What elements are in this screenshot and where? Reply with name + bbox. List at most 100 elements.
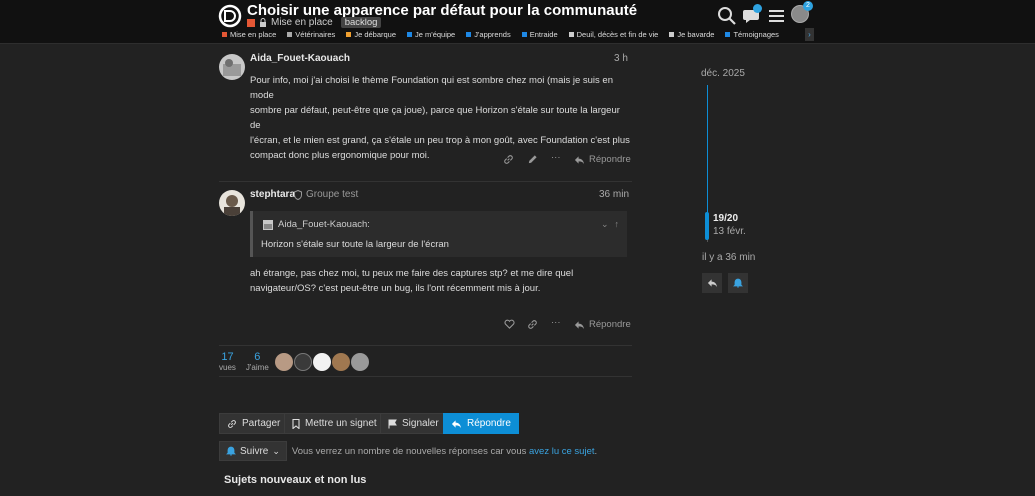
reply-label: Répondre <box>589 319 631 330</box>
like-icon[interactable] <box>504 319 515 329</box>
hamburger-menu-icon[interactable] <box>767 6 787 26</box>
category-color-icon <box>725 32 731 37</box>
post-time[interactable]: 3 h <box>614 53 628 64</box>
category-nav: Mise en place Vétérinaires Je débarque Je m… <box>222 30 779 39</box>
quote-author: Aida_Fouet-Kaouach: <box>278 219 370 230</box>
category-nav-label: Mise en place <box>230 30 277 39</box>
category-color-icon <box>222 32 227 37</box>
link-icon[interactable] <box>503 154 514 165</box>
topic-stats: 17 vues 6 J'aime <box>219 351 269 372</box>
quote-text: Horizon s'étale sur toute la largeur de … <box>261 239 449 250</box>
category-nav-item[interactable]: Entraide <box>521 30 558 39</box>
category-color-icon <box>287 32 293 37</box>
likes-stat[interactable]: 6 J'aime <box>246 351 269 372</box>
chat-unread-badge <box>753 4 762 13</box>
post-line: navigateur/OS? c'est peut-être un bug, i… <box>250 283 541 294</box>
post-line: Pour info, moi j'ai choisi le thème Foun… <box>250 75 613 101</box>
reply-label: Répondre <box>467 418 511 429</box>
timeline-start-date[interactable]: déc. 2025 <box>701 68 745 79</box>
category-nav-label: Entraide <box>529 30 558 39</box>
bell-icon <box>733 278 743 288</box>
avatar[interactable] <box>219 54 245 80</box>
category-nav-label: Je débarque <box>354 30 397 39</box>
bookmark-button[interactable]: Mettre un signet <box>284 413 385 434</box>
quote-controls: ⌄ ↑ <box>601 219 619 230</box>
section-title: Sujets nouveaux et non lus <box>224 474 367 486</box>
user-group[interactable]: Groupe test <box>294 189 358 200</box>
notification-badge: 2 <box>803 1 813 11</box>
lock-icon <box>259 18 267 27</box>
more-options-icon[interactable]: ··· <box>551 317 561 328</box>
notification-text-end: . <box>594 445 598 457</box>
reply-icon <box>574 155 585 164</box>
timeline-end-date[interactable]: il y a 36 min <box>702 252 755 263</box>
category-color-icon <box>407 32 413 37</box>
share-button[interactable]: Partager <box>219 413 289 434</box>
timeline-handle[interactable] <box>705 212 709 240</box>
avatar[interactable] <box>332 353 350 371</box>
avatar[interactable] <box>313 353 331 371</box>
tag-backlog[interactable]: backlog <box>340 17 382 28</box>
avatar[interactable] <box>219 190 245 216</box>
quote-header[interactable]: Aida_Fouet-Kaouach: <box>263 219 370 230</box>
post-content: ah étrange, pas chez moi, tu peux me fai… <box>250 266 630 296</box>
post-time[interactable]: 36 min <box>599 189 629 200</box>
chevron-down-icon[interactable]: ⌄ <box>601 219 609 230</box>
chevron-down-icon: ⌄ <box>272 445 280 456</box>
views-label: vues <box>219 363 236 372</box>
link-icon[interactable] <box>527 319 538 330</box>
category-nav-label: Deuil, décès et fin de vie <box>576 30 659 39</box>
category-nav-item[interactable]: Vétérinaires <box>287 30 335 39</box>
notification-text: Vous verrez un nombre de nouvelles répon… <box>291 445 527 457</box>
category-nav-item[interactable]: Témoignages <box>725 30 779 39</box>
flag-label: Signaler <box>402 418 439 429</box>
reply-button[interactable]: Répondre <box>574 319 631 330</box>
bell-icon <box>226 446 236 456</box>
avatar[interactable] <box>275 353 293 371</box>
category-nav-label: Je m'équipe <box>415 30 456 39</box>
notification-description: Vous verrez un nombre de nouvelles répon… <box>292 446 597 457</box>
category-nav-item[interactable]: Deuil, décès et fin de vie <box>568 30 659 39</box>
more-options-icon[interactable]: ··· <box>551 152 561 163</box>
timeline-notification-button[interactable] <box>728 273 748 293</box>
post-line: ah étrange, pas chez moi, tu peux me fai… <box>250 268 574 279</box>
likes-count: 6 <box>254 351 261 363</box>
post-username[interactable]: Aida_Fouet-Kaouach <box>250 53 350 64</box>
arrow-up-icon[interactable]: ↑ <box>615 219 620 230</box>
quote-avatar <box>263 219 273 230</box>
chevron-right-icon[interactable]: › <box>805 28 814 41</box>
edit-icon[interactable] <box>527 154 538 165</box>
category-link[interactable]: Mise en place <box>271 17 333 28</box>
category-nav-item[interactable]: Je bavarde <box>669 30 714 39</box>
avatar[interactable] <box>351 353 369 371</box>
category-nav-item[interactable]: Je débarque <box>346 30 396 39</box>
flag-button[interactable]: Signaler <box>380 413 447 434</box>
notification-level-button[interactable]: Suivre ⌄ <box>219 441 287 461</box>
search-icon[interactable] <box>717 6 737 26</box>
reply-icon <box>707 279 717 288</box>
category-nav-label: Je bavarde <box>677 30 715 39</box>
category-color-icon <box>466 32 472 37</box>
avatar[interactable] <box>294 353 312 371</box>
site-logo[interactable] <box>218 4 242 28</box>
timeline-reply-button[interactable] <box>702 273 722 293</box>
category-nav-label: Vétérinaires <box>295 30 336 39</box>
reply-button[interactable]: Répondre <box>574 154 631 165</box>
read-topic-link[interactable]: avez lu ce sujet <box>529 446 594 457</box>
post-username[interactable]: stephtara <box>250 189 295 200</box>
post-divider <box>219 345 632 346</box>
topic-meta: Mise en place backlog <box>247 17 382 28</box>
category-nav-item[interactable]: J'apprends <box>466 30 511 39</box>
category-nav-item[interactable]: Mise en place <box>222 30 276 39</box>
category-nav-item[interactable]: Je m'équipe <box>407 30 455 39</box>
post-line: l'écran, et le mien est grand, ça s'étal… <box>250 135 630 146</box>
reply-icon <box>451 419 462 428</box>
category-color-icon <box>521 32 527 37</box>
quote-block: Aida_Fouet-Kaouach: ⌄ ↑ Horizon s'étale … <box>250 211 627 257</box>
notification-level-label: Suivre <box>240 445 269 457</box>
reply-label: Répondre <box>589 154 631 165</box>
category-nav-label: J'apprends <box>474 30 511 39</box>
reply-button[interactable]: Répondre <box>443 413 519 434</box>
shield-icon <box>294 189 302 200</box>
post-line: compact donc plus ergonomique pour moi. <box>250 150 430 161</box>
